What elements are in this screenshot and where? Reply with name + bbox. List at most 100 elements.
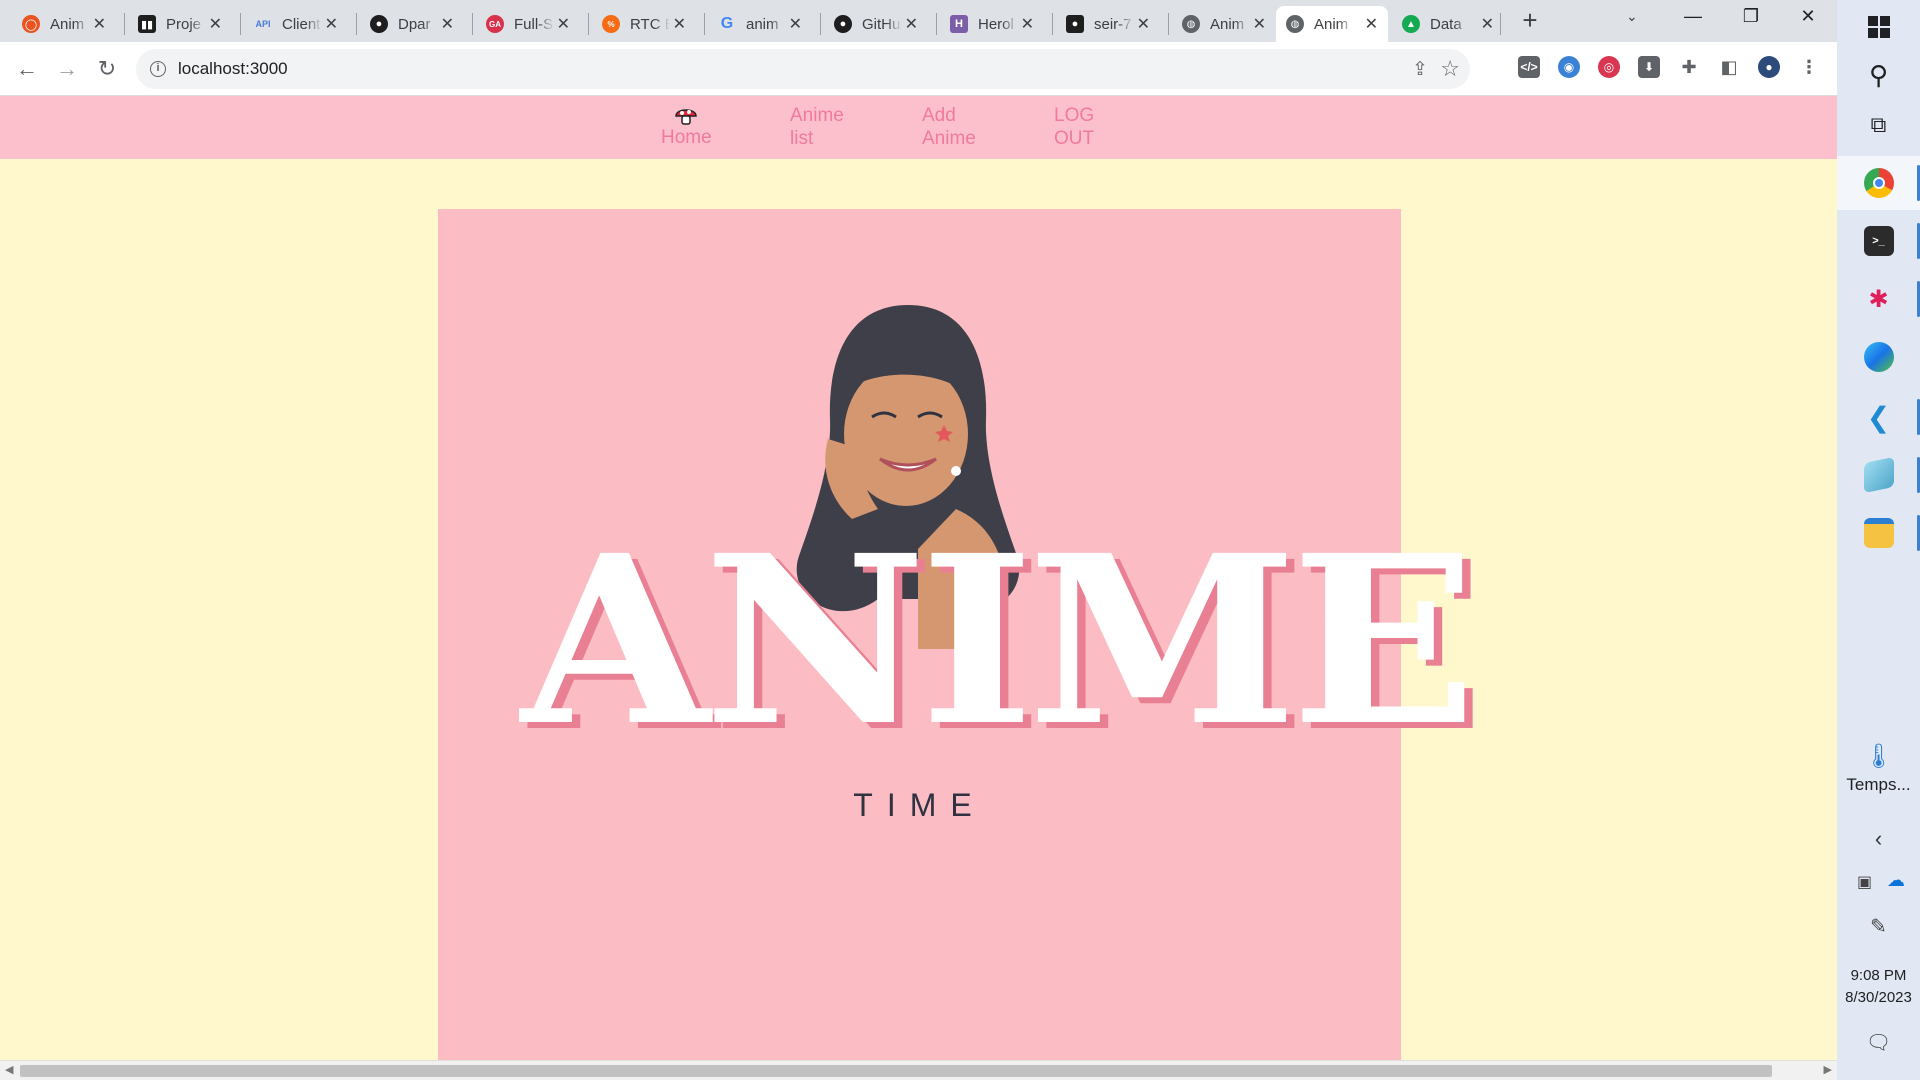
tab-separator bbox=[124, 13, 125, 35]
close-icon[interactable]: ✕ bbox=[789, 14, 802, 34]
close-icon[interactable]: ✕ bbox=[1481, 14, 1494, 34]
tab-separator bbox=[820, 13, 821, 35]
system-clock[interactable]: 9:08 PM 8/30/2023 bbox=[1837, 965, 1920, 1009]
close-icon[interactable]: ✕ bbox=[1137, 14, 1150, 34]
tab-separator bbox=[240, 13, 241, 35]
tab-10[interactable]: ◍ Anim ✕ bbox=[1172, 6, 1276, 42]
terminal-icon: >_ bbox=[1863, 226, 1894, 256]
tab-3[interactable]: ● Dpar ✕ bbox=[360, 6, 464, 42]
taskbar-notes[interactable] bbox=[1837, 448, 1920, 502]
minimize-button[interactable]: — bbox=[1673, 6, 1713, 27]
side-panel-icon[interactable]: ◧ bbox=[1718, 56, 1740, 78]
nav-add-anime-link[interactable]: Add Anime bbox=[922, 104, 992, 150]
tab-4[interactable]: GA Full-S ✕ bbox=[476, 6, 580, 42]
tab-1[interactable]: ▮▮ Proje ✕ bbox=[128, 6, 232, 42]
tab-11-active[interactable]: ◍ Anim ✕ bbox=[1276, 6, 1388, 42]
menu-kebab-icon[interactable]: ⋮ bbox=[1798, 56, 1820, 78]
extensions-puzzle-icon[interactable]: ✚ bbox=[1678, 56, 1700, 78]
nav-add-anime-label-line1: Add bbox=[922, 105, 956, 126]
close-icon[interactable]: ✕ bbox=[1253, 14, 1266, 34]
tab-title: Herol bbox=[978, 15, 1014, 33]
bookmark-star-icon[interactable]: ☆ bbox=[1440, 56, 1460, 82]
tab-search-chevron-icon[interactable]: ⌄ bbox=[1626, 8, 1638, 25]
tab-title: Anim bbox=[1314, 15, 1349, 33]
new-tab-button[interactable]: + bbox=[1516, 7, 1544, 35]
close-icon[interactable]: ✕ bbox=[93, 14, 106, 34]
horizontal-scrollbar[interactable]: ◀ ▶ bbox=[0, 1060, 1837, 1080]
ubuntu-icon: ◯ bbox=[22, 15, 40, 33]
tab-6[interactable]: G anim ✕ bbox=[708, 6, 812, 42]
tab-separator bbox=[936, 13, 937, 35]
scroll-left-arrow-icon[interactable]: ◀ bbox=[5, 1063, 13, 1076]
extension-target-icon[interactable]: ◎ bbox=[1598, 56, 1620, 78]
tab-separator bbox=[356, 13, 357, 35]
tab-title: Client bbox=[282, 15, 321, 33]
tab-separator bbox=[1500, 13, 1501, 35]
tab-12[interactable]: ▲ Data ✕ bbox=[1392, 6, 1504, 42]
tab-0[interactable]: ◯ Anim ✕ bbox=[12, 6, 116, 42]
onedrive-cloud-icon[interactable]: ☁ bbox=[1887, 870, 1905, 891]
show-hidden-icons-chevron-icon[interactable]: ‹ bbox=[1837, 826, 1920, 852]
pen-icon[interactable]: ✎ bbox=[1837, 914, 1920, 939]
tab-5[interactable]: % RTC E ✕ bbox=[592, 6, 696, 42]
taskbar-slack[interactable]: ✱ bbox=[1837, 272, 1920, 326]
share-icon[interactable]: ⇪ bbox=[1412, 58, 1428, 81]
taskbar-chrome[interactable] bbox=[1837, 156, 1920, 210]
taskbar-edge[interactable] bbox=[1837, 330, 1920, 384]
extension-devtools-icon[interactable]: </> bbox=[1518, 56, 1540, 78]
nav-add-anime-label-line2: Anime bbox=[922, 128, 976, 149]
tab-7[interactable]: ● GitHu ✕ bbox=[824, 6, 928, 42]
close-icon[interactable]: ✕ bbox=[905, 14, 918, 34]
extension-download-icon[interactable]: ⬇ bbox=[1638, 56, 1660, 78]
tab-8[interactable]: H Herol ✕ bbox=[940, 6, 1044, 42]
meet-now-icon[interactable]: ▣ bbox=[1857, 872, 1872, 892]
address-bar[interactable]: i localhost:3000 ⇪ ☆ bbox=[136, 49, 1470, 89]
close-icon[interactable]: ✕ bbox=[209, 14, 222, 34]
scrollbar-thumb[interactable] bbox=[20, 1065, 1772, 1077]
close-icon[interactable]: ✕ bbox=[557, 14, 570, 34]
mongodb-icon: ▲ bbox=[1402, 15, 1420, 33]
reload-icon[interactable]: ↻ bbox=[92, 54, 122, 84]
nav-anime-list-link[interactable]: Anime list bbox=[790, 104, 860, 150]
nav-logout-link[interactable]: LOG OUT bbox=[1054, 104, 1104, 150]
tab-title: GitHu bbox=[862, 15, 901, 33]
taskbar-terminal[interactable]: >_ bbox=[1837, 214, 1920, 268]
forward-arrow-icon[interactable]: → bbox=[52, 54, 82, 84]
tab-separator bbox=[588, 13, 589, 35]
back-arrow-icon[interactable]: ← bbox=[12, 54, 42, 84]
tab-title: Anim bbox=[50, 15, 85, 33]
nav-logout-label-line2: OUT bbox=[1054, 128, 1095, 149]
tab-title: anim bbox=[746, 15, 779, 33]
close-icon[interactable]: ✕ bbox=[325, 14, 338, 34]
search-icon[interactable]: ⚲ bbox=[1837, 48, 1920, 102]
mushroom-icon bbox=[675, 109, 698, 125]
close-icon[interactable]: ✕ bbox=[673, 14, 686, 34]
nav-home-label: Home bbox=[661, 127, 712, 148]
extension-translate-icon[interactable]: ◉ bbox=[1558, 56, 1580, 78]
taskbar-file-explorer[interactable] bbox=[1837, 506, 1920, 560]
tab-9[interactable]: ● seir-7 ✕ bbox=[1056, 6, 1160, 42]
windows-taskbar: ⚲ ⧉ >_ ✱ ❮ 🌡 Temps... ‹ ▣ ☁ ✎ 9:08 PM 8/… bbox=[1837, 0, 1920, 1080]
tab-title: Full-S bbox=[514, 15, 554, 33]
browser-window: ◯ Anim ✕ ▮▮ Proje ✕ API Client ✕ ● Dpar … bbox=[0, 0, 1837, 1080]
rtc-icon: % bbox=[602, 15, 620, 33]
url-text[interactable]: localhost:3000 bbox=[178, 59, 288, 79]
close-icon[interactable]: ✕ bbox=[441, 14, 454, 34]
taskbar-vscode[interactable]: ❮ bbox=[1837, 390, 1920, 444]
slack-icon: ✱ bbox=[1868, 285, 1889, 313]
close-icon[interactable]: ✕ bbox=[1021, 14, 1034, 34]
close-window-button[interactable]: ✕ bbox=[1788, 6, 1828, 27]
task-view-icon[interactable]: ⧉ bbox=[1837, 98, 1920, 152]
profile-avatar-icon[interactable]: ● bbox=[1758, 56, 1780, 78]
hero-banner-image: ANIME TIME bbox=[438, 209, 1477, 1060]
temps-widget[interactable]: 🌡 Temps... bbox=[1837, 742, 1920, 795]
github-icon: ● bbox=[834, 15, 852, 33]
info-icon[interactable]: i bbox=[150, 61, 166, 77]
close-icon[interactable]: ✕ bbox=[1365, 14, 1378, 34]
windows-start-icon[interactable] bbox=[1837, 0, 1920, 54]
restore-button[interactable]: ❐ bbox=[1731, 6, 1771, 27]
notification-center-icon[interactable]: 🗨 bbox=[1837, 1030, 1920, 1055]
nav-home-link[interactable]: Home bbox=[661, 104, 712, 149]
scroll-right-arrow-icon[interactable]: ▶ bbox=[1824, 1063, 1832, 1076]
tab-2[interactable]: API Client ✕ bbox=[244, 6, 348, 42]
